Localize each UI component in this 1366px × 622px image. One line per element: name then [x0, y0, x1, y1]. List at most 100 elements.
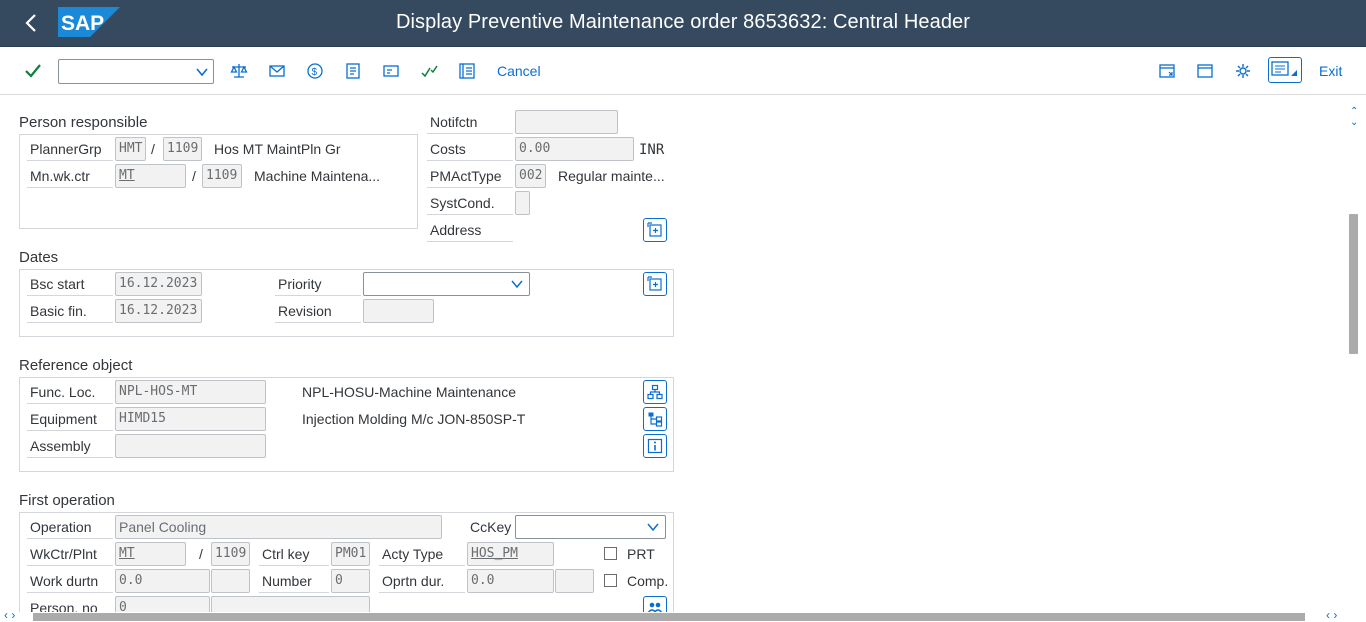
exit-button[interactable]: Exit	[1319, 63, 1342, 79]
shell-header: SAP Display Preventive Maintenance order…	[0, 0, 1366, 47]
work-durtn-unit-field[interactable]	[211, 569, 250, 593]
costs-field[interactable]: 0.00	[515, 137, 634, 161]
assembly-label: Assembly	[30, 438, 91, 454]
planner-plant-field[interactable]: 1109	[163, 137, 202, 161]
command-field[interactable]	[58, 59, 214, 84]
label-underline	[427, 160, 513, 161]
assembly-info-button[interactable]	[643, 434, 667, 458]
settings-button[interactable]	[1232, 61, 1254, 81]
document-button[interactable]	[342, 61, 364, 81]
people-icon	[647, 602, 663, 612]
notifctn-label: Notifctn	[430, 114, 478, 130]
person-responsible-title: Person responsible	[19, 114, 148, 131]
person-no-field[interactable]: 0	[115, 596, 210, 612]
mn-wk-ctr-label: Mn.wk.ctr	[30, 168, 90, 184]
address-label: Address	[430, 222, 482, 238]
window-button[interactable]	[1194, 61, 1216, 81]
func-loc-desc: NPL-HOSU-Machine Maintenance	[302, 384, 516, 400]
expand-icon	[647, 276, 662, 291]
oprtn-dur-field[interactable]: 0.0	[467, 569, 554, 593]
mn-wk-ctr-field[interactable]: MT	[115, 164, 186, 188]
dates-expand-button[interactable]	[643, 272, 667, 296]
scroll-right-icon[interactable]: ‹ ›	[1326, 608, 1337, 622]
label-underline	[27, 295, 113, 296]
enter-button[interactable]	[22, 61, 44, 81]
mail-button[interactable]	[266, 61, 288, 81]
planner-grp-field[interactable]: HMT	[115, 137, 146, 161]
label-underline	[27, 403, 113, 404]
wk-ctr-field[interactable]: MT	[115, 542, 186, 566]
layout-toggle-button[interactable]	[1268, 57, 1302, 83]
label-underline	[27, 430, 113, 431]
ctrl-key-label: Ctrl key	[262, 546, 310, 562]
plant-field[interactable]: 1109	[211, 542, 250, 566]
label-underline	[427, 133, 513, 134]
label-underline	[27, 538, 113, 539]
priority-label: Priority	[278, 276, 322, 292]
cost-button[interactable]: $	[304, 61, 326, 81]
layout-icon	[1271, 61, 1297, 76]
person-no-label: Person. no	[30, 600, 98, 612]
separator: /	[151, 141, 155, 157]
assembly-field[interactable]	[115, 434, 266, 458]
basic-fin-field[interactable]: 16.12.2023	[115, 299, 202, 323]
func-loc-field[interactable]: NPL-HOS-MT	[115, 380, 266, 404]
balance-scale-icon	[230, 64, 248, 78]
cancel-button[interactable]: Cancel	[497, 63, 541, 79]
revision-label: Revision	[278, 303, 332, 319]
cc-key-dropdown[interactable]	[515, 515, 666, 539]
vertical-scroll-thumb[interactable]	[1349, 214, 1358, 354]
page-title: Display Preventive Maintenance order 865…	[395, 11, 971, 33]
content-area: Person responsible PlannerGrp HMT / 1109…	[0, 96, 1346, 612]
number-field[interactable]: 0	[331, 569, 370, 593]
basic-fin-label: Basic fin.	[30, 303, 87, 319]
card-button[interactable]	[380, 61, 402, 81]
comp-label: Comp.	[627, 573, 669, 589]
mn-wk-ctr-plant-field[interactable]: 1109	[202, 164, 242, 188]
ctrl-key-field[interactable]: PM01	[331, 542, 370, 566]
acty-type-field[interactable]: HOS_PM	[467, 542, 554, 566]
new-window-button[interactable]	[1156, 61, 1178, 81]
work-durtn-field[interactable]: 0.0	[115, 569, 210, 593]
separator: /	[199, 546, 203, 562]
equipment-structure-button[interactable]	[643, 407, 667, 431]
planner-grp-desc: Hos MT MaintPln Gr	[214, 141, 341, 157]
operation-field[interactable]: Panel Cooling	[115, 515, 442, 539]
syst-cond-field[interactable]	[515, 191, 530, 215]
oprtn-dur-label: Oprtn dur.	[382, 573, 445, 589]
operation-people-button[interactable]	[643, 596, 667, 612]
currency-text: INR	[639, 142, 665, 158]
balance-scale-button[interactable]	[228, 61, 250, 81]
prt-label: PRT	[627, 546, 655, 562]
oprtn-dur-unit-field[interactable]	[555, 569, 594, 593]
equipment-field[interactable]: HIMD15	[115, 407, 266, 431]
reference-object-title: Reference object	[19, 357, 133, 374]
cost-icon: $	[307, 63, 323, 79]
horizontal-scroll-thumb[interactable]	[33, 613, 1305, 621]
mail-icon	[269, 65, 285, 77]
notebook-icon	[459, 63, 475, 79]
pm-act-type-field[interactable]: 002	[515, 164, 546, 188]
chevron-down-icon	[196, 68, 208, 77]
notebook-button[interactable]	[456, 61, 478, 81]
number-label: Number	[262, 573, 312, 589]
bsc-start-field[interactable]: 16.12.2023	[115, 272, 202, 296]
scroll-up-icon[interactable]: ⌃ ⌄	[1350, 106, 1358, 128]
func-loc-hierarchy-button[interactable]	[643, 380, 667, 404]
svg-text:$: $	[312, 67, 318, 78]
check-list-button[interactable]	[418, 61, 440, 81]
address-expand-button[interactable]	[643, 218, 667, 242]
label-underline	[27, 160, 113, 161]
prt-checkbox[interactable]	[604, 547, 617, 560]
scroll-left-icon[interactable]: ‹ ›	[4, 608, 15, 622]
vertical-scrollbar[interactable]: ⌃ ⌄	[1346, 96, 1366, 612]
label-underline	[379, 565, 465, 566]
horizontal-scrollbar[interactable]: ‹ › ‹ ›	[0, 608, 1366, 622]
comp-checkbox[interactable]	[604, 574, 617, 587]
person-name-field[interactable]	[211, 596, 370, 612]
priority-dropdown[interactable]	[363, 272, 530, 296]
notifctn-field[interactable]	[515, 110, 618, 134]
cc-key-label: CcKey	[470, 519, 512, 535]
revision-field[interactable]	[363, 299, 434, 323]
wk-ctr-plnt-label: WkCtr/Plnt	[30, 546, 97, 562]
